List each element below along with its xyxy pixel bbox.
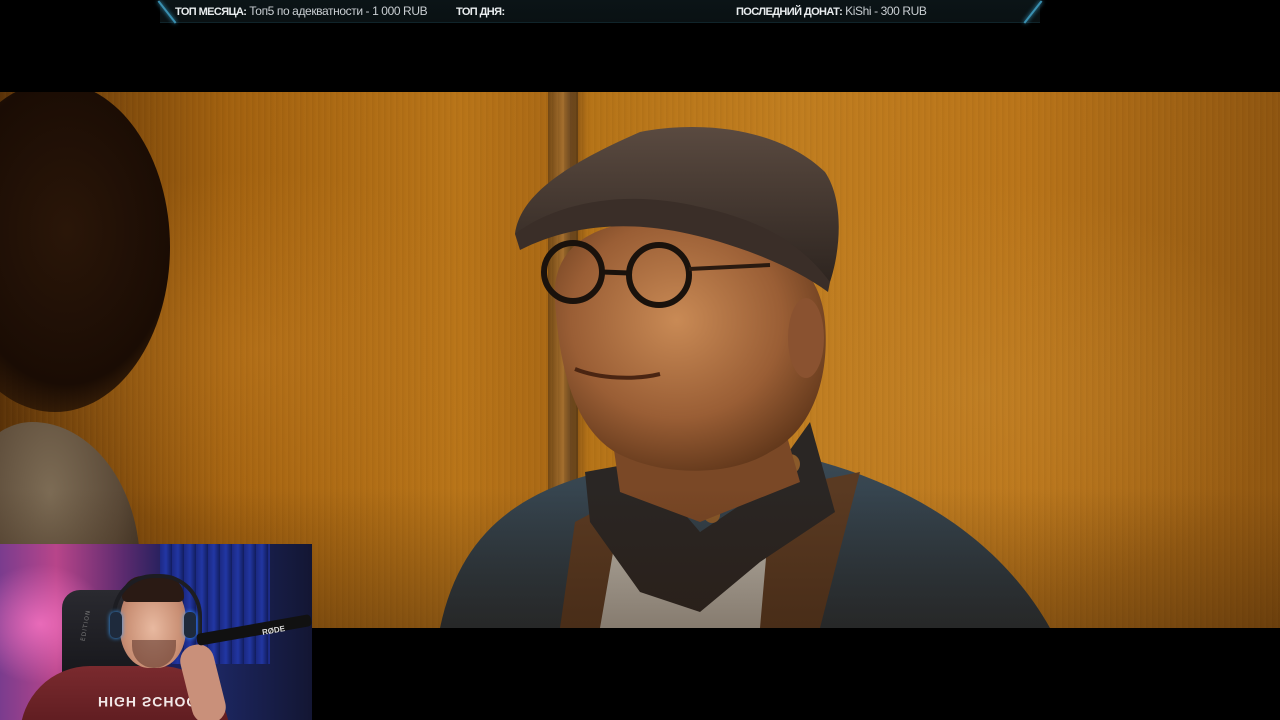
- streamer-webcam: EDITION HIGH SCHOOL RØDE: [0, 544, 312, 720]
- ticker-last-donation-label: ПОСЛЕДНИЙ ДОНАТ:: [736, 6, 843, 18]
- ticker-last-donation-value: KiShi - 300 RUB: [845, 4, 927, 18]
- ticker-last-donation: ПОСЛЕДНИЙ ДОНАТ: KiShi - 300 RUB: [736, 3, 927, 19]
- ticker-top-day-label: ТОП ДНЯ:: [456, 6, 505, 18]
- headset-left-earcup: [110, 612, 122, 638]
- ticker-top-month-value: Топ5 по адекватности - 1 000 RUB: [249, 4, 428, 18]
- donation-ticker-bar: ТОП МЕСЯЦА: Топ5 по адекватности - 1 000…: [157, 0, 1043, 24]
- ticker-right-accent: [1023, 0, 1043, 24]
- stream-layout: ТОП МЕСЯЦА: Топ5 по адекватности - 1 000…: [0, 0, 1280, 720]
- ticker-top-month-label: ТОП МЕСЯЦА:: [175, 6, 247, 18]
- ticker-top-day: ТОП ДНЯ:: [456, 3, 505, 19]
- headset-right-earcup: [184, 612, 196, 638]
- ticker-left-accent: [157, 0, 177, 24]
- ticker-top-month: ТОП МЕСЯЦА: Топ5 по адекватности - 1 000…: [175, 3, 428, 19]
